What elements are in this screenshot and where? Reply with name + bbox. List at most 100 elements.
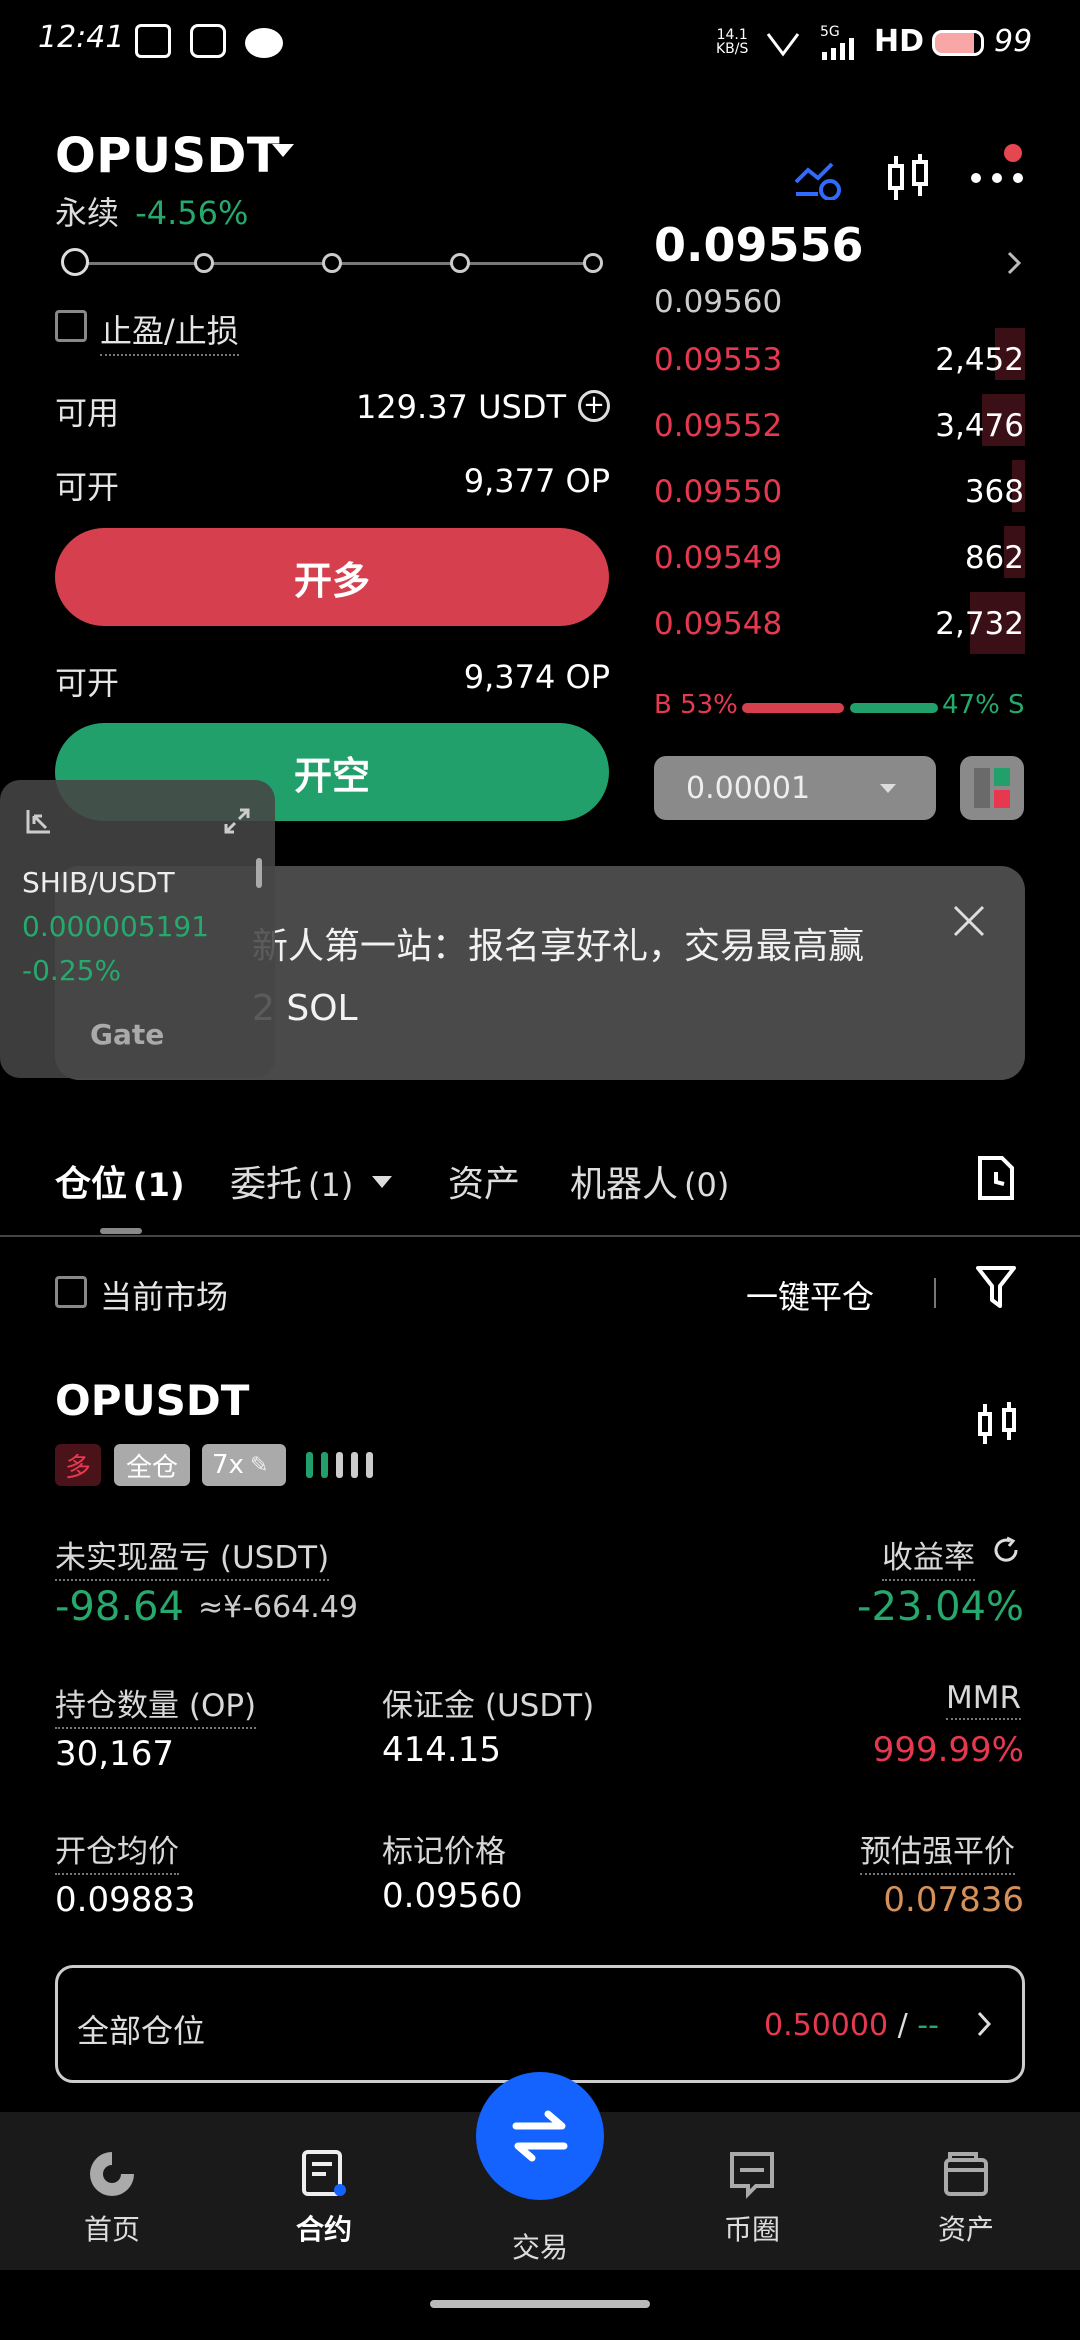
- caret-down-icon: [880, 784, 896, 793]
- minimize-icon[interactable]: [24, 806, 54, 836]
- ask-qty[interactable]: 2,452: [874, 342, 1024, 378]
- close-icon[interactable]: [952, 904, 986, 938]
- mark-price: 0.09560: [654, 284, 783, 320]
- tp-sl-checkbox[interactable]: [55, 310, 87, 342]
- adl-indicator: [306, 1452, 382, 1478]
- history-icon[interactable]: [976, 1154, 1016, 1202]
- weibo-icon: [190, 24, 226, 58]
- trade-button[interactable]: [476, 2072, 604, 2200]
- ask-price[interactable]: 0.09548: [654, 606, 782, 642]
- net-speed: 14.1 KB/S: [716, 27, 749, 57]
- home-indicator[interactable]: [430, 2300, 650, 2308]
- battery-icon: [932, 30, 984, 56]
- home-icon: [52, 2148, 172, 2200]
- nav-assets[interactable]: 资产: [906, 2148, 1026, 2248]
- last-price: 0.09556: [654, 218, 864, 272]
- open-long-button[interactable]: 开多: [55, 528, 609, 626]
- promo-text[interactable]: 新人第一站：报名享好礼，交易最高赢 2 SOL: [252, 916, 942, 1040]
- ask-price[interactable]: 0.09552: [654, 408, 782, 444]
- hd-indicator: HD: [874, 24, 925, 59]
- tab-positions[interactable]: 仓位 (1): [55, 1155, 185, 1207]
- all-positions-value: 0.50000 / --: [764, 2008, 939, 2043]
- tab-divider: [0, 1235, 1080, 1237]
- nav-home[interactable]: 首页: [52, 2148, 172, 2248]
- chevron-right-icon[interactable]: [1006, 250, 1022, 276]
- tab-orders[interactable]: 委托 (1): [230, 1155, 353, 1207]
- edit-icon: ✎: [249, 1452, 269, 1478]
- slider-step[interactable]: [450, 253, 470, 273]
- tp-sl-label[interactable]: 止盈/止损: [100, 306, 239, 356]
- nav-futures[interactable]: 合约: [264, 2148, 384, 2248]
- size-value: 30,167: [55, 1734, 174, 1774]
- refresh-icon[interactable]: [992, 1536, 1020, 1564]
- current-market-label[interactable]: 当前市场: [100, 1272, 228, 1318]
- contract-info: 永续 -4.56%: [55, 188, 248, 234]
- gate-logo: Gate: [90, 1018, 165, 1051]
- tab-assets[interactable]: 资产: [448, 1155, 520, 1207]
- futures-icon: [264, 2148, 384, 2200]
- ticker-pair: SHIB/USDT: [22, 866, 175, 899]
- liq-price-label[interactable]: 预估强平价: [860, 1826, 1015, 1875]
- nav-trade-label[interactable]: 交易: [480, 2226, 600, 2266]
- battery-level: 99: [994, 24, 1033, 59]
- tick-size-select[interactable]: 0.00001: [654, 756, 936, 820]
- margin-label: 保证金 (USDT): [382, 1688, 595, 1724]
- ask-qty[interactable]: 3,476: [874, 408, 1024, 444]
- nav-moments[interactable]: 币圈: [692, 2148, 812, 2248]
- ask-qty[interactable]: 368: [874, 474, 1024, 510]
- ask-price[interactable]: 0.09553: [654, 342, 782, 378]
- signal-icon: [820, 38, 860, 60]
- mark-price-value: 0.09560: [382, 1876, 523, 1916]
- slider-step[interactable]: [583, 253, 603, 273]
- roe-label[interactable]: 收益率: [882, 1532, 975, 1581]
- filter-icon[interactable]: [976, 1264, 1016, 1310]
- chart-trend-icon[interactable]: [792, 156, 844, 201]
- ask-qty[interactable]: 2,732: [874, 606, 1024, 642]
- current-market-checkbox[interactable]: [55, 1276, 87, 1308]
- margin-value: 414.15: [382, 1730, 501, 1770]
- caret-down-icon[interactable]: [272, 144, 294, 157]
- sell-ratio: 47% S: [942, 690, 1025, 720]
- position-pair[interactable]: OPUSDT: [55, 1376, 249, 1425]
- all-positions-label[interactable]: 全部仓位: [77, 2006, 205, 2052]
- buy-ratio: B 53%: [654, 690, 738, 720]
- size-label[interactable]: 持仓数量 (OP): [55, 1680, 257, 1729]
- add-funds-icon[interactable]: +: [578, 390, 610, 422]
- orderbook-layout-button[interactable]: [960, 756, 1024, 820]
- liq-price-value: 0.07836: [883, 1880, 1024, 1920]
- close-all-button[interactable]: 一键平仓: [746, 1272, 874, 1318]
- ask-qty[interactable]: 862: [874, 540, 1024, 576]
- pair-selector[interactable]: OPUSDT: [55, 128, 280, 184]
- ask-price[interactable]: 0.09550: [654, 474, 782, 510]
- can-open-short-label: 可开: [55, 664, 120, 702]
- candlestick-icon[interactable]: [976, 1400, 1020, 1448]
- side-tag: 多: [55, 1444, 101, 1486]
- candlestick-icon[interactable]: [884, 152, 934, 204]
- unrealized-pnl-cny: ≈¥-664.49: [198, 1590, 359, 1625]
- tab-bots[interactable]: 机器人 (0): [570, 1155, 729, 1207]
- entry-price-value: 0.09883: [55, 1880, 196, 1920]
- mark-price-label: 标记价格: [382, 1834, 506, 1870]
- tick-size-value: 0.00001: [686, 770, 811, 806]
- mmr-value: 999.99%: [872, 1730, 1024, 1770]
- ask-price[interactable]: 0.09549: [654, 540, 782, 576]
- leverage-tag[interactable]: 7x ✎: [202, 1444, 286, 1486]
- mmr-label[interactable]: MMR: [946, 1680, 1022, 1720]
- more-icon[interactable]: [970, 170, 1024, 184]
- entry-price-label[interactable]: 开仓均价: [55, 1826, 179, 1875]
- buy-ratio-bar: [742, 703, 844, 713]
- chevron-right-icon[interactable]: [976, 2010, 992, 2038]
- expand-icon[interactable]: [222, 806, 252, 836]
- slider-handle[interactable]: [61, 248, 89, 276]
- sell-ratio-bar: [850, 703, 938, 713]
- ticker-change: -0.25%: [22, 954, 122, 987]
- unrealized-pnl-value: -98.64: [55, 1584, 184, 1630]
- status-time: 12:41: [38, 20, 125, 55]
- slider-step[interactable]: [194, 253, 214, 273]
- wifi-icon: [764, 28, 802, 58]
- caret-down-icon[interactable]: [372, 1176, 392, 1188]
- slider-step[interactable]: [322, 253, 342, 273]
- chat-icon: [692, 2148, 812, 2200]
- unrealized-pnl-label[interactable]: 未实现盈亏 (USDT): [55, 1532, 330, 1581]
- alipay-icon: [135, 24, 171, 58]
